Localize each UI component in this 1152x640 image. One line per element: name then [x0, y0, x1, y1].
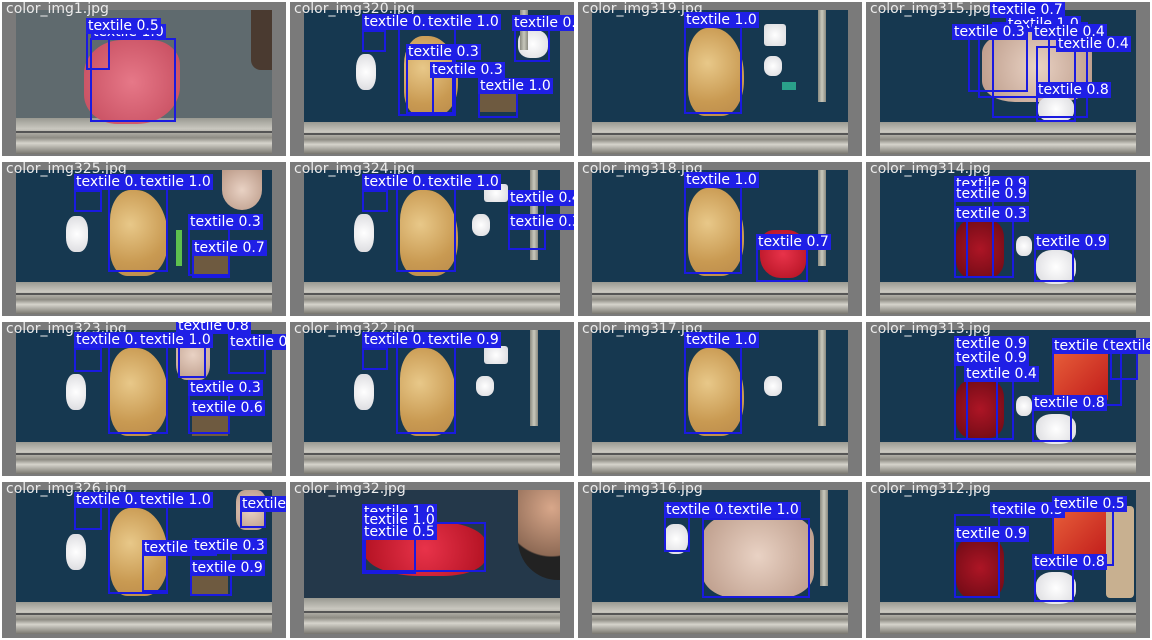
image-filename: color_img316.jpg	[582, 482, 703, 497]
detection-box	[74, 348, 102, 372]
detection-label: textile 1.0	[684, 332, 759, 348]
mosaic-tile: color_img316.jpg textile 0.7 textile 1.0	[578, 482, 862, 638]
detection-label: textile 0.9	[954, 186, 1029, 202]
mosaic-tile: color_img314.jpg textile 0.9 textile 0.9…	[866, 162, 1150, 316]
mosaic-tile: color_img323.jpg textile 0.8 textile 0.7…	[2, 322, 286, 476]
detection-label: textile 1.0	[138, 492, 213, 508]
detection-box	[432, 74, 456, 116]
image-filename: color_img313.jpg	[870, 322, 991, 337]
image-filename: color_img315.jpg	[870, 2, 991, 17]
image-filename: color_img312.jpg	[870, 482, 991, 497]
mosaic-tile: color_img324.jpg textile 0.7 textile 1.0…	[290, 162, 574, 316]
detection-label: textile 0.5	[1052, 496, 1127, 512]
detection-label: textile 0.4	[1056, 36, 1131, 52]
detection-box	[478, 90, 518, 118]
detection-label: textile 0.5	[86, 18, 161, 34]
detection-box	[396, 344, 456, 434]
image-filename: color_img32.jpg	[294, 482, 406, 497]
detection-label: textile 1.0	[138, 174, 213, 190]
detection-label: textile 1.0	[478, 78, 553, 94]
mosaic-tile: color_img322.jpg textile 0.7 textile 0.9	[290, 322, 574, 476]
detection-label: textile 0.8	[1036, 82, 1111, 98]
mosaic-tile: color_img318.jpg textile 1.0 textile 0.7	[578, 162, 862, 316]
detection-label: textile 1.0	[726, 502, 801, 518]
mosaic-tile: color_img32.jpg textile 1.0 textile 1.0 …	[290, 482, 574, 638]
detection-box	[362, 190, 388, 212]
detection-label: textile 0.7	[192, 240, 267, 256]
detection-box	[74, 190, 102, 212]
mosaic-tile: color_img313.jpg textile 0.9 textile 0.9…	[866, 322, 1150, 476]
detection-box	[684, 24, 742, 114]
detection-label: textile 0.4	[964, 366, 1039, 382]
detection-label: textile 0.3	[508, 214, 574, 230]
detection-label: textile 0.3	[954, 206, 1029, 222]
detection-box	[684, 184, 742, 274]
detection-label: textile 1.0	[138, 332, 213, 348]
detection-box	[396, 186, 456, 272]
detection-label: textile 0.9	[954, 350, 1029, 366]
detection-label: textile 0.3	[188, 214, 263, 230]
image-filename: color_img314.jpg	[870, 162, 991, 177]
detection-box	[108, 344, 168, 434]
detection-label: textile 1.0	[684, 12, 759, 28]
detection-label: textile 0.3	[952, 24, 1027, 40]
detection-box	[684, 344, 742, 434]
detection-box	[1032, 406, 1072, 442]
detection-label: textile 1.0	[426, 174, 501, 190]
detection-box	[362, 30, 386, 52]
mosaic-tile: color_img320.jpg textile 0.7 textile 1.0…	[290, 2, 574, 156]
image-filename: color_img1.jpg	[6, 2, 109, 17]
detection-label: textile 0.3	[406, 44, 481, 60]
detection-label: textile 1.0	[426, 14, 501, 30]
mosaic-tile: color_img326.jpg textile 0.7 textile 1.0…	[2, 482, 286, 638]
detection-label: textile 0.9	[954, 526, 1029, 542]
detection-label: textile 0.5	[362, 524, 437, 540]
detection-label: textile 0.9	[426, 332, 501, 348]
detection-label: textile 0.8	[1032, 395, 1107, 411]
detection-label: textile 0.3	[188, 380, 263, 396]
detection-label: textile 0.7	[756, 234, 831, 250]
detection-label: textile 0.3	[512, 15, 574, 31]
detection-box	[74, 506, 102, 530]
mosaic-tile: color_img319.jpg textile 1.0	[578, 2, 862, 156]
detection-box	[108, 186, 168, 272]
detection-label: textile 0.3	[192, 538, 267, 554]
detection-label: textile 0.7	[228, 334, 286, 350]
detection-box	[966, 372, 1014, 440]
mosaic-tile: color_img312.jpg textile 0.3 textile 0.5…	[866, 482, 1150, 638]
mosaic-tile: color_img1.jpg textile 1.0 textile 0.5	[2, 2, 286, 156]
detection-box	[664, 512, 690, 552]
mosaic-tile: color_img325.jpg textile 0.7 textile 1.0…	[2, 162, 286, 316]
mosaic-tile: color_img315.jpg textile 0.7 textile 1.0…	[866, 2, 1150, 156]
detection-label: textile 0.3	[240, 496, 286, 512]
detection-label: textile 0.6	[190, 400, 265, 416]
detection-label: textile 0.9	[190, 560, 265, 576]
detection-box	[362, 348, 388, 370]
detection-box	[702, 518, 810, 598]
detection-label: textile 0.4	[508, 190, 574, 206]
detection-label: textile 0.8	[1032, 554, 1107, 570]
detection-label: textile 0.4	[1108, 338, 1150, 354]
detection-label: textile 1.0	[684, 172, 759, 188]
mosaic-tile: color_img317.jpg textile 1.0	[578, 322, 862, 476]
detection-box	[514, 26, 550, 62]
detection-label: textile 0.9	[1034, 234, 1109, 250]
detection-label: textile 0.3	[430, 62, 505, 78]
